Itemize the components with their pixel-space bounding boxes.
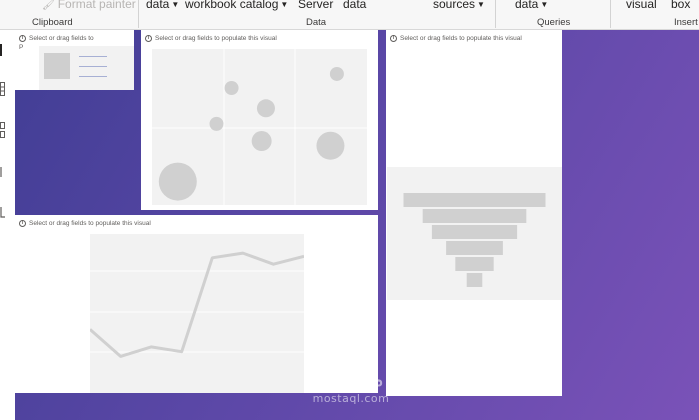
- chevron-down-icon: ▼: [171, 0, 180, 9]
- mostaql-watermark: مستقل mostaql.com: [296, 367, 406, 406]
- dax-view-icon[interactable]: [0, 206, 6, 218]
- watermark-latin-text: mostaql.com: [312, 392, 390, 405]
- scatter-point: [224, 81, 239, 95]
- placeholder-line: [79, 66, 107, 67]
- funnel-bar: [422, 209, 527, 223]
- model-view-icon[interactable]: [0, 122, 6, 138]
- new-visual-button[interactable]: visual: [626, 0, 657, 11]
- dax-query-view-icon[interactable]: [0, 166, 6, 178]
- view-switcher-bar: [0, 30, 15, 420]
- ribbon-separator: [138, 0, 139, 28]
- insert-group-label: Insert: [674, 17, 698, 28]
- transform-data-button[interactable]: data ▼: [515, 0, 548, 11]
- funnel-bar: [466, 273, 483, 287]
- queries-group-label: Queries: [537, 17, 571, 28]
- info-icon: i: [19, 35, 26, 42]
- funnel-bar: [446, 241, 503, 255]
- visual-hint-overflow: P: [19, 44, 24, 51]
- scatter-point: [256, 99, 275, 118]
- workbook-catalog-button[interactable]: workbook catalog ▼: [185, 0, 288, 11]
- line-plot-area: [90, 234, 304, 393]
- scatter-visual-card[interactable]: i Select or drag fields to populate this…: [141, 30, 378, 210]
- visual-hint: i Select or drag fields to: [19, 35, 94, 42]
- scatter-chart: [152, 49, 367, 205]
- small-visual-card[interactable]: i Select or drag fields to P: [15, 30, 134, 90]
- text-box-button[interactable]: box: [671, 0, 690, 11]
- sql-server-button[interactable]: Server: [298, 0, 333, 11]
- recent-sources-button[interactable]: sources ▼: [433, 0, 485, 11]
- scatter-point: [329, 66, 344, 81]
- funnel-visual-card[interactable]: i Select or drag fields to populate this…: [386, 30, 562, 396]
- scatter-point: [209, 116, 224, 131]
- ribbon-separator: [610, 0, 611, 28]
- placeholder-line: [79, 56, 107, 57]
- clipboard-group-label: Clipboard: [32, 17, 73, 28]
- info-icon: i: [145, 35, 152, 42]
- chevron-down-icon: ▼: [540, 0, 549, 9]
- chevron-down-icon: ▼: [477, 0, 485, 9]
- scatter-point: [251, 131, 272, 152]
- table-view-icon[interactable]: [0, 82, 6, 96]
- funnel-bar: [431, 225, 518, 239]
- format-painter-button[interactable]: 🖌 Format painter: [42, 0, 136, 11]
- ribbon: 🖌 Format painter Clipboard data ▼ workbook…: [0, 0, 699, 30]
- visual-hint: i Select or drag fields to populate this…: [390, 35, 522, 42]
- enter-data-button[interactable]: data: [343, 0, 366, 11]
- visual-hint: i Select or drag fields to populate this…: [145, 35, 277, 42]
- info-icon: i: [390, 35, 397, 42]
- ribbon-separator: [495, 0, 496, 28]
- get-data-button[interactable]: data ▼: [146, 0, 179, 11]
- card-placeholder: [39, 46, 134, 90]
- funnel-chart: [387, 167, 562, 300]
- scatter-point: [316, 131, 345, 160]
- funnel-bar: [403, 193, 546, 207]
- data-group-label: Data: [306, 17, 327, 28]
- chevron-down-icon: ▼: [280, 0, 289, 9]
- watermark-arabic-text: مستقل: [318, 367, 384, 392]
- visual-hint: i Select or drag fields to populate this…: [19, 220, 151, 227]
- report-view-icon[interactable]: [0, 43, 6, 57]
- line-chart: [90, 234, 304, 393]
- placeholder-line: [79, 76, 107, 77]
- scatter-point: [158, 162, 197, 201]
- funnel-bar: [455, 257, 494, 271]
- paintbrush-icon: 🖌: [42, 0, 55, 11]
- placeholder-swatch: [44, 53, 70, 79]
- info-icon: i: [19, 220, 26, 227]
